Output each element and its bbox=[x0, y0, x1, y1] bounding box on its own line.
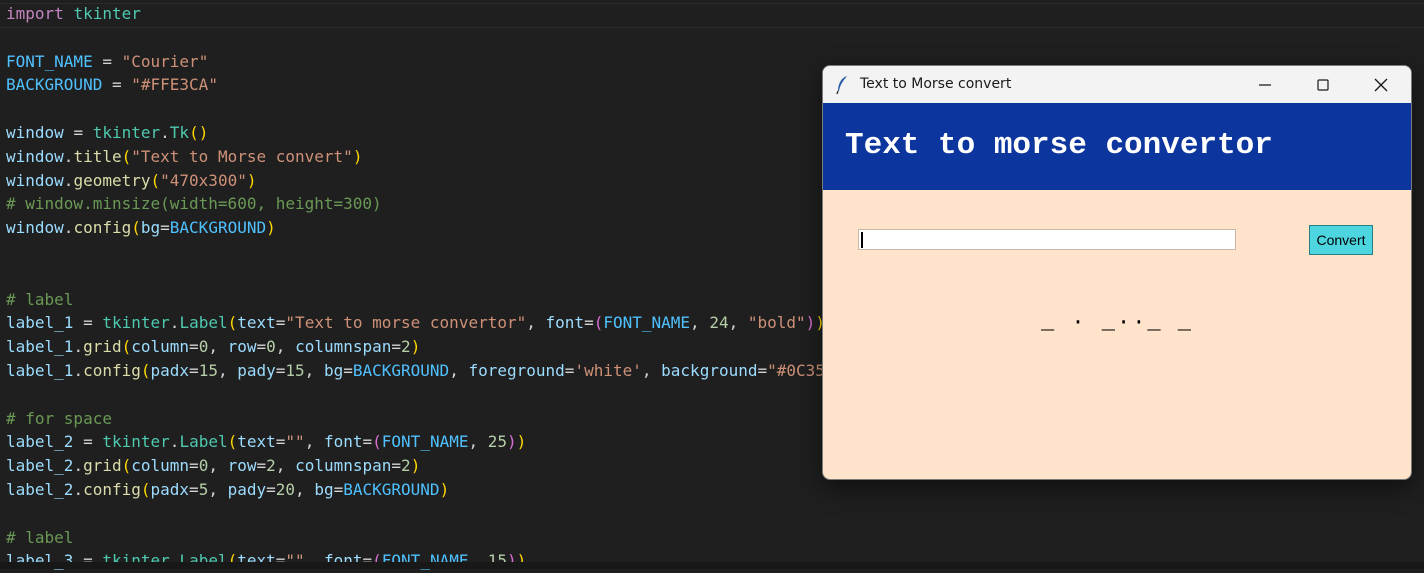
code-line: label_2.config(padx=5, pady=20, bg=BACKG… bbox=[6, 480, 450, 499]
code-line: BACKGROUND = "#FFE3CA" bbox=[6, 75, 218, 95]
current-line-highlight bbox=[0, 3, 1424, 28]
code-line: # label bbox=[6, 527, 74, 547]
text-caret bbox=[861, 232, 863, 248]
close-icon bbox=[1374, 78, 1388, 92]
code-line: FONT_NAME = "Courier" bbox=[6, 51, 209, 71]
close-button[interactable] bbox=[1352, 66, 1410, 103]
code-line: label_2.grid(column=0, row=2, columnspan… bbox=[6, 456, 421, 476]
convert-button[interactable]: Convert bbox=[1309, 225, 1373, 255]
code-line: label_1 = tkinter.Label(text="Text to mo… bbox=[6, 313, 825, 333]
code-line: window.geometry("470x300") bbox=[6, 170, 257, 190]
code-line: # window.minsize(width=600, height=300) bbox=[6, 194, 382, 214]
code-line: label_1.grid(column=0, row=0, columnspan… bbox=[6, 337, 421, 357]
code-line: window = tkinter.Tk() bbox=[6, 123, 209, 142]
code-line: window.config(bg=BACKGROUND) bbox=[6, 218, 276, 238]
minimize-button[interactable] bbox=[1236, 66, 1294, 103]
code-line: label_2 = tkinter.Label(text="", font=(F… bbox=[6, 432, 527, 452]
code-line: window.title("Text to Morse convert") bbox=[6, 146, 363, 166]
maximize-icon bbox=[1317, 79, 1329, 91]
maximize-button[interactable] bbox=[1294, 66, 1352, 103]
feather-icon bbox=[835, 75, 851, 95]
code-line: import tkinter bbox=[6, 4, 141, 23]
code-line: # for space bbox=[6, 408, 112, 428]
header-label-background: Text to morse convertor bbox=[823, 103, 1411, 190]
minimize-icon bbox=[1259, 84, 1271, 86]
tk-window[interactable]: Text to Morse convert Text to morse conv… bbox=[822, 65, 1412, 480]
morse-output-label: _ · _··_ _ bbox=[1040, 310, 1194, 335]
code-line: # label bbox=[6, 289, 74, 309]
header-label: Text to morse convertor bbox=[845, 128, 1273, 163]
editor-bottom-bar bbox=[0, 562, 1424, 569]
window-titlebar[interactable]: Text to Morse convert bbox=[823, 66, 1411, 103]
code-line: label_1.config(padx=15, pady=15, bg=BACK… bbox=[6, 361, 825, 380]
window-title: Text to Morse convert bbox=[860, 76, 1012, 92]
text-entry[interactable] bbox=[858, 229, 1236, 250]
